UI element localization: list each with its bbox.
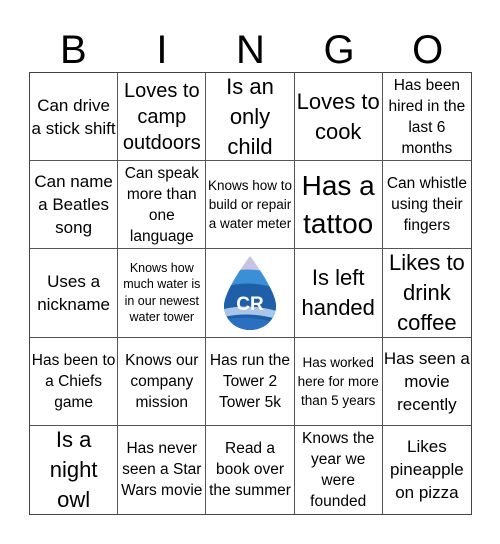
bingo-cell[interactable]: Has been to a Chiefs game [30,337,119,426]
bingo-cell[interactable]: Has seen a movie recently [382,338,471,426]
free-space-cell[interactable]: CR [206,249,295,338]
bingo-cell[interactable]: Knows our company mission [118,337,207,426]
bingo-cell[interactable]: Uses a nickname [30,249,119,338]
bingo-cell[interactable]: Is a night owl [30,425,119,514]
bingo-cell[interactable]: Knows how much water is in our newest wa… [118,249,207,338]
bingo-cell[interactable]: Has never seen a Star Wars movie [118,425,207,514]
bingo-cell[interactable]: Can name a Beatles song [30,161,119,250]
bingo-grid: Can drive a stick shift Loves to camp ou… [29,72,472,515]
bingo-cell[interactable]: Can speak more than one language [118,161,207,250]
header-letter-n: N [236,28,265,72]
bingo-cell[interactable]: Is an only child [206,73,295,162]
bingo-cell[interactable]: Has worked here for more than 5 years [294,337,383,426]
bingo-cell[interactable]: Knows the year we were founded [295,425,383,514]
bingo-cell[interactable]: Can whistle using their fingers [382,161,471,250]
header-letter-b: B [59,28,87,72]
bingo-cell[interactable]: Likes pineapple on pizza [383,426,471,514]
logo-text: CR [236,294,264,315]
bingo-cell[interactable]: Is left handed [294,249,383,338]
bingo-cell[interactable]: Knows how to build or repair a water met… [206,161,295,250]
bingo-cell[interactable]: Can drive a stick shift [30,73,119,162]
header-letter-g: G [323,28,355,72]
header-letter-i: I [156,28,168,72]
bingo-cell[interactable]: Has run the Tower 2 Tower 5k [206,337,295,426]
bingo-cell[interactable]: Likes to drink coffee [382,249,471,338]
water-drop-logo-icon: CR [207,249,292,336]
header-letter-o: O [412,28,444,72]
bingo-cell[interactable]: Read a book over the summer [206,425,295,514]
bingo-cell[interactable]: Has a tattoo [294,161,383,250]
bingo-header: B I N G O [29,28,472,72]
bingo-cell[interactable]: Has been hired in the last 6 months [382,73,471,162]
bingo-cell[interactable]: Loves to cook [294,73,383,162]
bingo-cell[interactable]: Loves to camp outdoors [118,73,207,162]
